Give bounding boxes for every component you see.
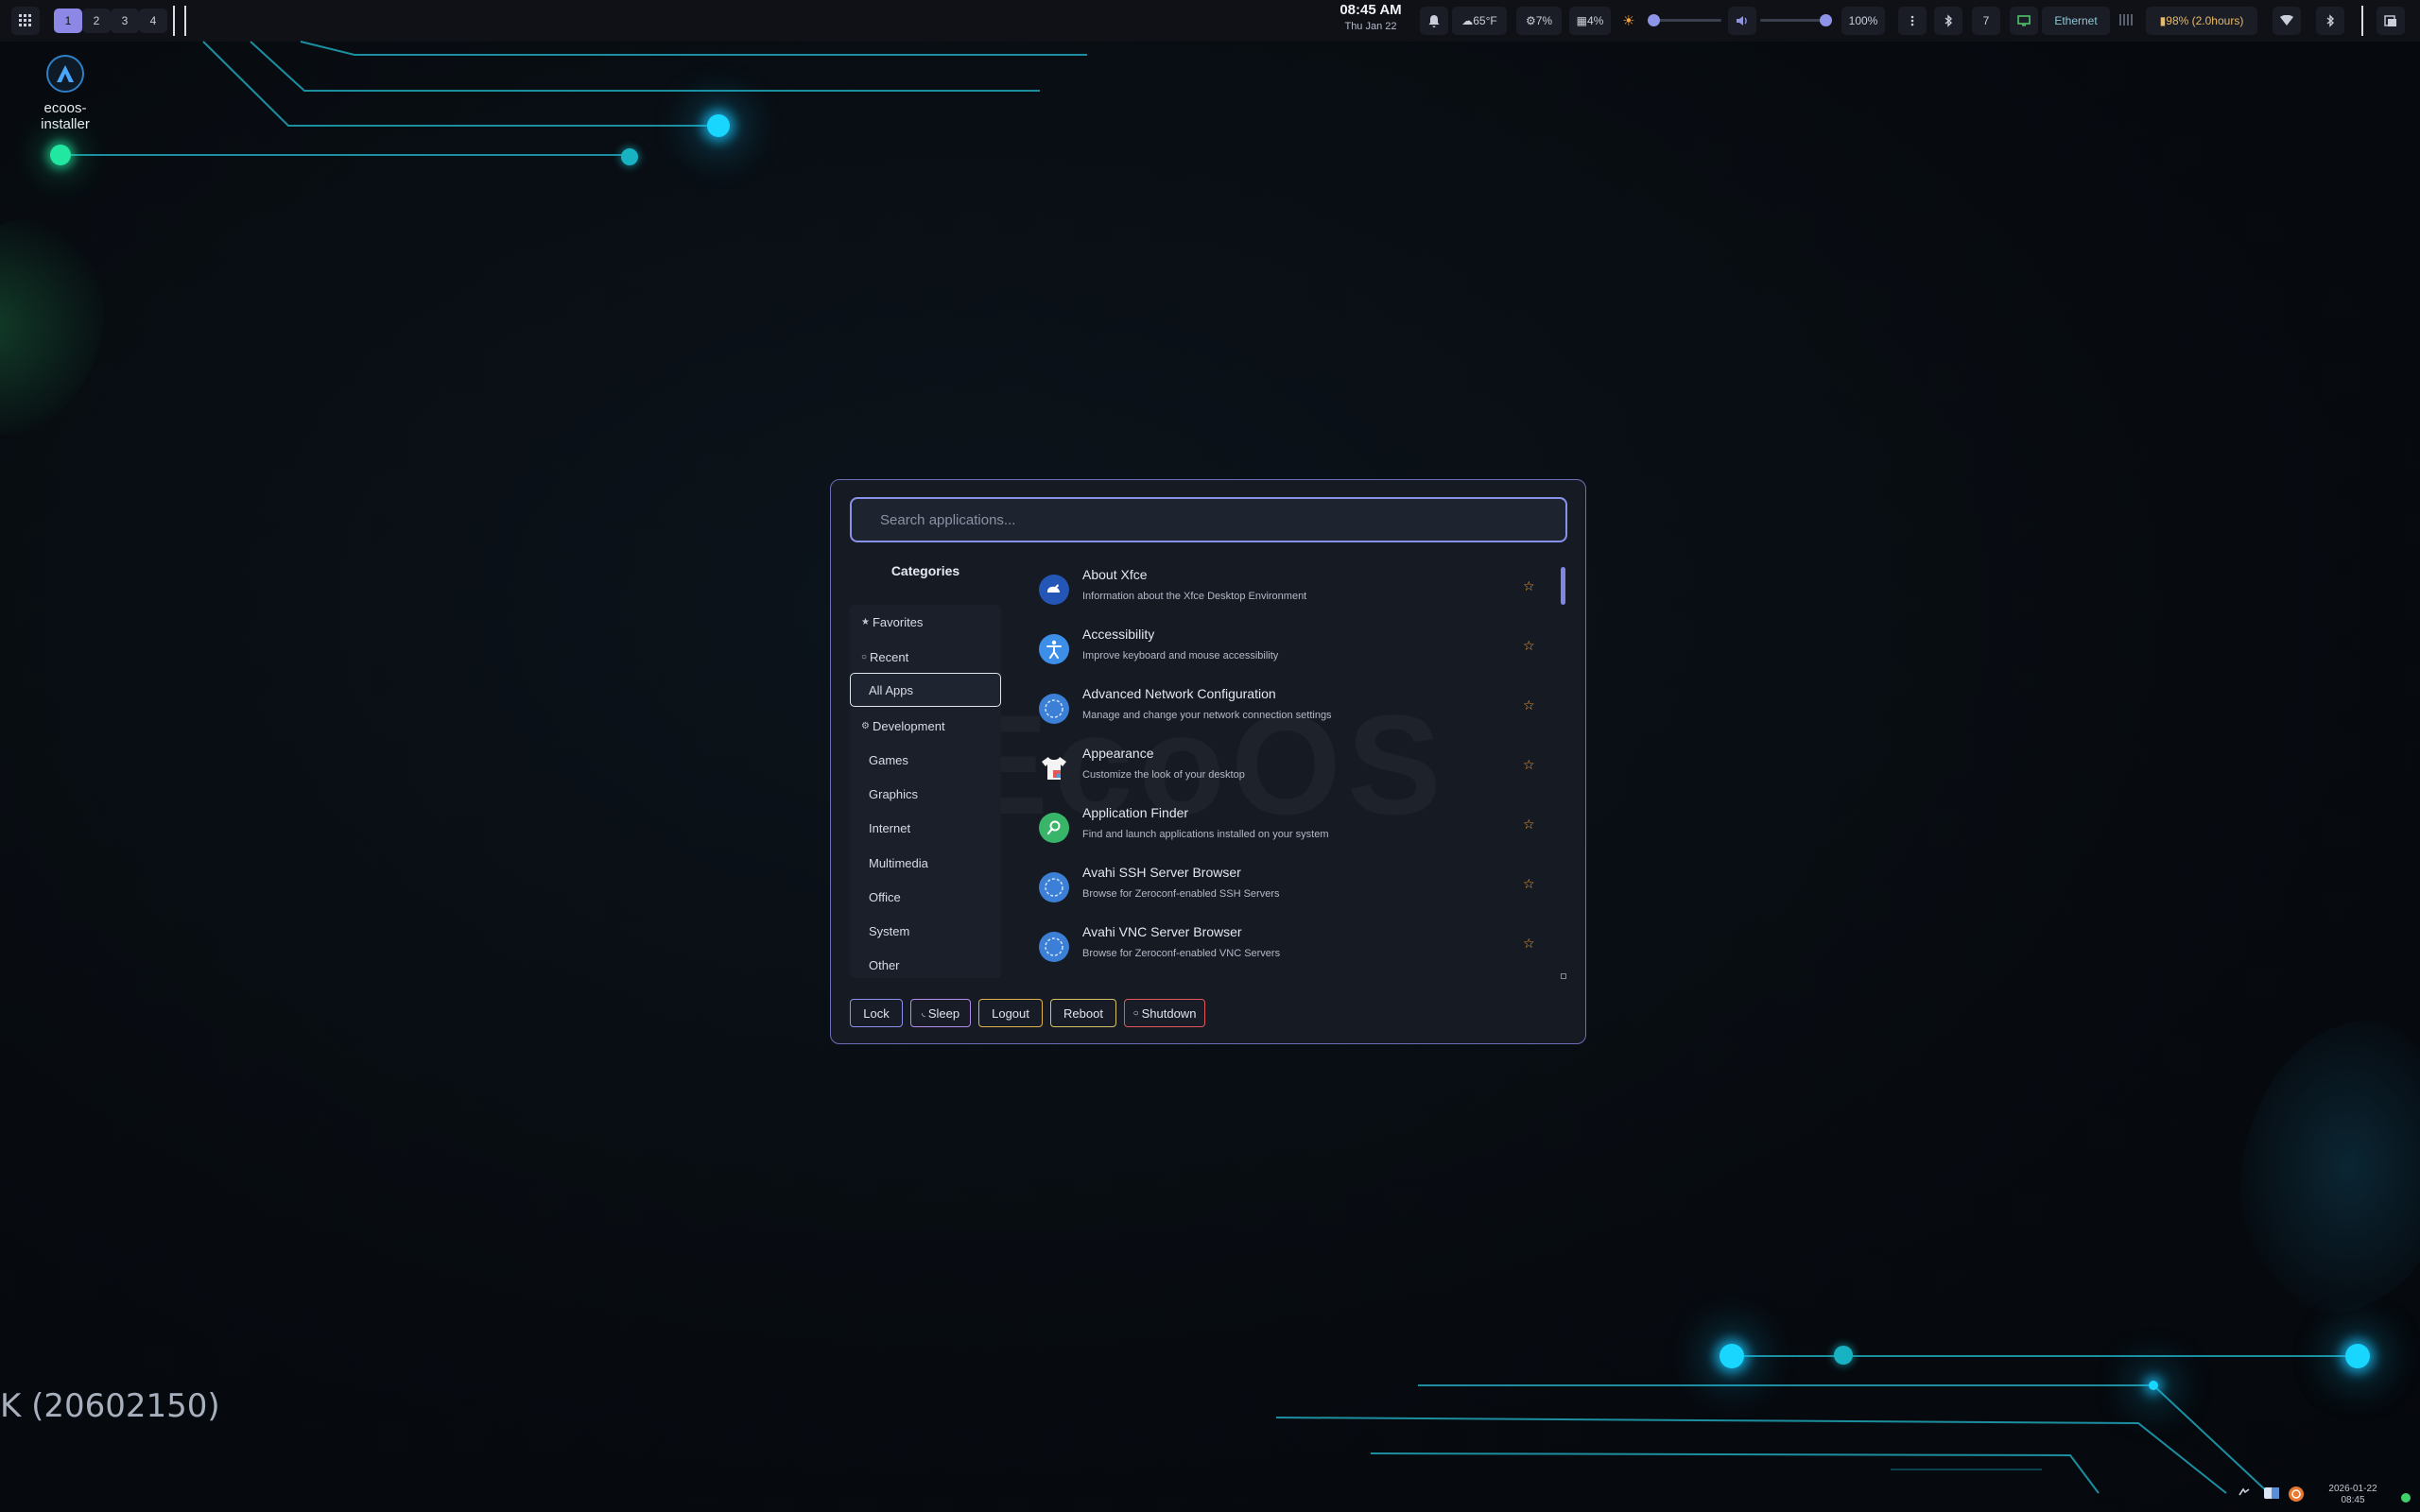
favorite-star-icon[interactable]: ☆	[1523, 697, 1535, 713]
tray-clock[interactable]: 2026-01-22 08:45	[2320, 1484, 2386, 1506]
app-item-avahi-vnc-server-browser[interactable]: Avahi VNC Server Browser Browse for Zero…	[1020, 920, 1549, 979]
categories-title: Categories	[890, 563, 960, 578]
shirt-icon	[1039, 753, 1069, 783]
category-multimedia[interactable]: Multimedia	[850, 846, 1001, 880]
app-item-about-xfce[interactable]: About Xfce Information about the Xfce De…	[1020, 563, 1549, 622]
category-label: Games	[869, 752, 908, 767]
star-icon: ★	[861, 616, 870, 627]
shutdown-button[interactable]: ○ Shutdown	[1124, 999, 1205, 1027]
glow-node	[621, 148, 638, 165]
app-item-accessibility[interactable]: Accessibility Improve keyboard and mouse…	[1020, 623, 1549, 681]
favorite-star-icon[interactable]: ☆	[1523, 876, 1535, 892]
glow-node	[2149, 1381, 2158, 1390]
avahi-globe-icon	[1039, 932, 1069, 962]
category-label: Graphics	[869, 786, 919, 801]
scrollbar-resize-handle[interactable]	[1561, 973, 1566, 979]
category-label: Multimedia	[869, 855, 928, 870]
category-label: Office	[869, 889, 901, 904]
app-description: Manage and change your network connectio…	[1082, 710, 1332, 721]
logout-label: Logout	[992, 1005, 1029, 1021]
category-label: Other	[869, 957, 900, 972]
power-icon: ○	[1132, 1007, 1139, 1019]
category-other[interactable]: Other	[850, 948, 1001, 978]
category-label: System	[869, 923, 910, 938]
shutdown-label: Shutdown	[1141, 1005, 1197, 1021]
tray-sync-icon[interactable]	[2237, 1486, 2252, 1505]
scrollbar-thumb[interactable]	[1561, 567, 1565, 605]
favorite-star-icon[interactable]: ☆	[1523, 757, 1535, 773]
app-description: Browse for Zeroconf-enabled VNC Servers	[1082, 948, 1281, 959]
reboot-label: Reboot	[1063, 1005, 1103, 1021]
accessibility-icon	[1039, 634, 1069, 664]
app-name: Accessibility	[1082, 627, 1155, 642]
app-item-avahi-ssh-server-browser[interactable]: Avahi SSH Server Browser Browse for Zero…	[1020, 861, 1549, 919]
app-item-application-finder[interactable]: Application Finder Find and launch appli…	[1020, 801, 1549, 860]
category-all-apps[interactable]: All Apps	[850, 673, 1001, 707]
app-name: Application Finder	[1082, 805, 1189, 820]
clock-icon: ○	[861, 651, 868, 662]
lock-button[interactable]: Lock	[850, 999, 903, 1027]
avahi-globe-icon	[1039, 872, 1069, 902]
category-label: Recent	[870, 649, 909, 664]
xfce-mouse-icon	[1039, 575, 1069, 605]
glow-node	[50, 145, 71, 165]
category-internet[interactable]: Internet	[850, 811, 1001, 845]
category-graphics[interactable]: Graphics	[850, 777, 1001, 811]
category-label: Favorites	[872, 614, 924, 629]
category-system[interactable]: System	[850, 914, 1001, 948]
tray-update-icon[interactable]	[2288, 1486, 2305, 1507]
category-label: All Apps	[869, 682, 913, 697]
app-name: Avahi VNC Server Browser	[1082, 924, 1242, 939]
sleep-label: Sleep	[927, 1005, 960, 1021]
magnifier-icon	[1039, 813, 1069, 843]
app-description: Information about the Xfce Desktop Envir…	[1082, 591, 1307, 602]
category-recent[interactable]: ○ Recent	[850, 640, 1001, 674]
app-description: Browse for Zeroconf-enabled SSH Servers	[1082, 888, 1280, 900]
search-input[interactable]	[850, 497, 1567, 542]
app-description: Improve keyboard and mouse accessibility	[1082, 650, 1279, 662]
app-list: About Xfce Information about the Xfce De…	[1020, 563, 1549, 979]
sleep-button[interactable]: ◟ Sleep	[910, 999, 971, 1027]
ecoos-logo-icon	[46, 55, 84, 93]
build-version-text: K (20602150)	[0, 1387, 220, 1425]
category-games[interactable]: Games	[850, 743, 1001, 777]
lock-label: Lock	[863, 1005, 890, 1021]
favorite-star-icon[interactable]: ☆	[1523, 638, 1535, 654]
category-favorites[interactable]: ★ Favorites	[850, 605, 1001, 639]
glow-node	[1720, 1344, 1744, 1368]
category-label: Development	[872, 718, 945, 733]
category-label: Internet	[869, 820, 911, 835]
app-list-scrollbar[interactable]	[1561, 563, 1566, 979]
glow-node	[707, 114, 730, 137]
app-item-advanced-network-configuration[interactable]: Advanced Network Configuration Manage an…	[1020, 682, 1549, 741]
category-office[interactable]: Office	[850, 880, 1001, 914]
app-name: Avahi SSH Server Browser	[1082, 865, 1241, 880]
tray-finder-icon[interactable]	[2263, 1486, 2280, 1505]
favorite-star-icon[interactable]: ☆	[1523, 816, 1535, 833]
tray-date: 2026-01-22	[2328, 1484, 2377, 1494]
glow-node	[1834, 1346, 1853, 1365]
app-description: Find and launch applications installed o…	[1082, 829, 1329, 840]
tray-status-dot	[2401, 1493, 2411, 1503]
category-development[interactable]: ⚙ Development	[850, 709, 1001, 743]
app-name: About Xfce	[1082, 567, 1148, 582]
favorite-star-icon[interactable]: ☆	[1523, 578, 1535, 594]
app-item-appearance[interactable]: Appearance Customize the look of your de…	[1020, 742, 1549, 800]
tray-time: 08:45	[2341, 1495, 2365, 1505]
gear-icon: ⚙	[861, 720, 870, 731]
desktop-icon-label: ecoos-installer	[41, 100, 90, 132]
app-name: Appearance	[1082, 746, 1154, 761]
app-name: Advanced Network Configuration	[1082, 686, 1276, 701]
app-description: Customize the look of your desktop	[1082, 769, 1245, 781]
category-list: ★ Favorites ○ Recent All Apps ⚙ Developm…	[850, 605, 1001, 978]
glow-node	[2345, 1344, 2370, 1368]
reboot-button[interactable]: Reboot	[1050, 999, 1116, 1027]
desktop-icon-installer[interactable]: ecoos-installer	[23, 55, 108, 132]
favorite-star-icon[interactable]: ☆	[1523, 936, 1535, 952]
app-launcher: EcoOS Categories ★ Favorites ○ Recent Al…	[830, 479, 1586, 1044]
moon-icon: ◟	[921, 1007, 925, 1019]
network-globe-icon	[1039, 694, 1069, 724]
logout-button[interactable]: Logout	[978, 999, 1043, 1027]
